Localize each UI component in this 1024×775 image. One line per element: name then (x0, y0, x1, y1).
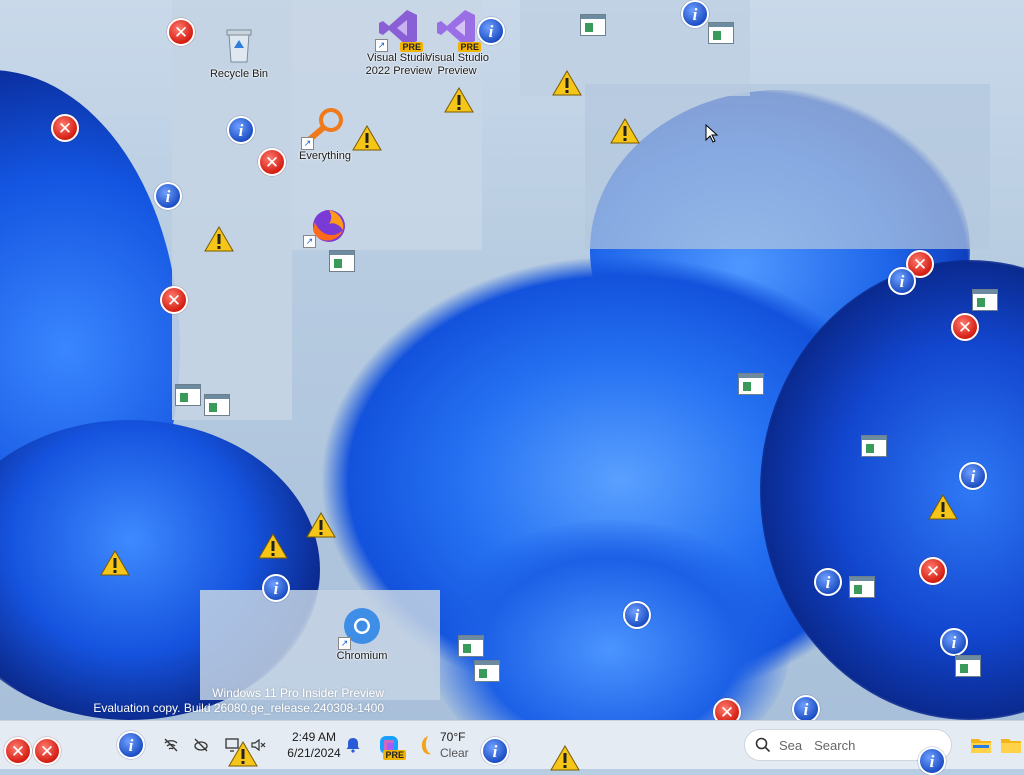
application-window-icon[interactable] (580, 14, 606, 36)
application-window-icon[interactable] (955, 655, 981, 677)
search-icon (755, 737, 771, 753)
weather-temperature: 70°F (440, 730, 466, 744)
mouse-cursor-icon (705, 123, 719, 149)
error-icon[interactable]: ✕ (51, 114, 79, 142)
application-window-icon[interactable] (204, 394, 230, 416)
firefox-icon: ↗ (303, 202, 349, 248)
visual-studio-installer-icon: PRE (435, 6, 481, 52)
warning-icon[interactable] (228, 741, 258, 767)
error-icon[interactable]: ✕ (919, 557, 947, 585)
info-icon[interactable]: i (623, 601, 651, 629)
application-window-icon[interactable] (708, 22, 734, 44)
desktop[interactable]: Recycle Bin PRE ↗ Visual Studio 2022 Pre… (0, 0, 1024, 720)
application-window-icon[interactable] (972, 289, 998, 311)
warning-icon[interactable] (552, 70, 582, 96)
warning-icon[interactable] (610, 118, 640, 144)
shortcut-label: Chromium (336, 650, 388, 662)
info-icon[interactable]: i (814, 568, 842, 596)
preview-badge: PRE (383, 750, 406, 760)
warning-icon[interactable] (306, 512, 336, 538)
notifications-bell-icon[interactable] (342, 721, 364, 769)
info-icon[interactable]: i (888, 267, 916, 295)
shortcut-everything[interactable]: ↗ Everything (288, 104, 362, 163)
file-explorer-icon[interactable] (998, 721, 1024, 769)
warning-icon[interactable] (928, 494, 958, 520)
weather-condition: Clear (440, 746, 469, 760)
shortcut-label: Recycle Bin (209, 68, 269, 80)
visual-studio-icon: PRE ↗ (375, 6, 423, 52)
shortcut-arrow-icon: ↗ (338, 637, 351, 650)
shortcut-recycle-bin[interactable]: Recycle Bin (202, 22, 276, 81)
info-icon[interactable]: i (227, 116, 255, 144)
application-window-icon[interactable] (329, 250, 355, 272)
application-window-icon[interactable] (175, 384, 201, 406)
error-icon[interactable]: ✕ (4, 737, 32, 765)
warning-icon[interactable] (352, 125, 382, 151)
warning-icon[interactable] (258, 533, 288, 559)
warning-icon[interactable] (550, 745, 580, 771)
file-explorer-icon[interactable] (966, 721, 996, 769)
info-icon[interactable]: i (262, 574, 290, 602)
error-icon[interactable]: ✕ (951, 313, 979, 341)
copilot-icon[interactable]: PRE (374, 721, 406, 769)
recycle-bin-icon (217, 22, 261, 66)
preview-badge: PRE (458, 42, 481, 52)
warning-icon[interactable] (100, 550, 130, 576)
taskbar: ✕ ✕ i 2:49 AM 6/21/2024 PRE 70°F Clear i… (0, 720, 1024, 775)
search-placeholder: Search (814, 737, 856, 753)
weather-widget[interactable]: 70°F Clear (418, 729, 469, 761)
clock-time: 2:49 AM (291, 730, 337, 744)
tray-network-icon[interactable] (160, 721, 182, 769)
warning-icon[interactable] (204, 226, 234, 252)
everything-search-icon: ↗ (301, 104, 347, 150)
weather-moon-icon (421, 736, 431, 755)
watermark-edition: Windows 11 Pro Insider Preview (212, 686, 384, 700)
search-prefix: Sea (779, 737, 803, 753)
application-window-icon[interactable] (849, 576, 875, 598)
info-icon[interactable]: i (681, 0, 709, 28)
error-icon[interactable]: ✕ (167, 18, 195, 46)
info-icon[interactable]: i (918, 747, 946, 775)
error-icon[interactable]: ✕ (33, 737, 61, 765)
info-icon[interactable]: i (940, 628, 968, 656)
glitch-artifact (200, 590, 440, 700)
clock-date: 6/21/2024 (287, 746, 341, 760)
error-icon[interactable]: ✕ (713, 698, 741, 720)
shortcut-arrow-icon: ↗ (301, 137, 314, 150)
shortcut-label: Everything (299, 150, 351, 162)
evaluation-watermark: Windows 11 Pro Insider Preview Evaluatio… (24, 686, 384, 716)
error-icon[interactable]: ✕ (160, 286, 188, 314)
chromium-icon: ↗ (338, 604, 384, 650)
glitch-artifact (585, 84, 990, 249)
shortcut-firefox[interactable]: ↗ (290, 202, 364, 248)
tray-vpn-icon[interactable] (190, 721, 212, 769)
watermark-build: Evaluation copy. Build 26080.ge_release.… (93, 701, 384, 715)
warning-icon[interactable] (444, 87, 474, 113)
shortcut-label: Visual Studio Preview (424, 52, 489, 77)
system-clock[interactable]: 2:49 AM 6/21/2024 (278, 729, 350, 761)
application-window-icon[interactable] (458, 635, 484, 657)
application-window-icon[interactable] (861, 435, 887, 457)
shortcut-arrow-icon: ↗ (375, 39, 388, 52)
application-window-icon[interactable] (474, 660, 500, 682)
info-icon[interactable]: i (959, 462, 987, 490)
application-window-icon[interactable] (738, 373, 764, 395)
info-icon[interactable]: i (481, 737, 509, 765)
info-icon[interactable]: i (154, 182, 182, 210)
shortcut-chromium[interactable]: ↗ Chromium (325, 604, 399, 663)
info-icon[interactable]: i (477, 17, 505, 45)
error-icon[interactable]: ✕ (258, 148, 286, 176)
shortcut-arrow-icon: ↗ (303, 235, 316, 248)
info-icon[interactable]: i (117, 731, 145, 759)
info-icon[interactable]: i (792, 695, 820, 720)
